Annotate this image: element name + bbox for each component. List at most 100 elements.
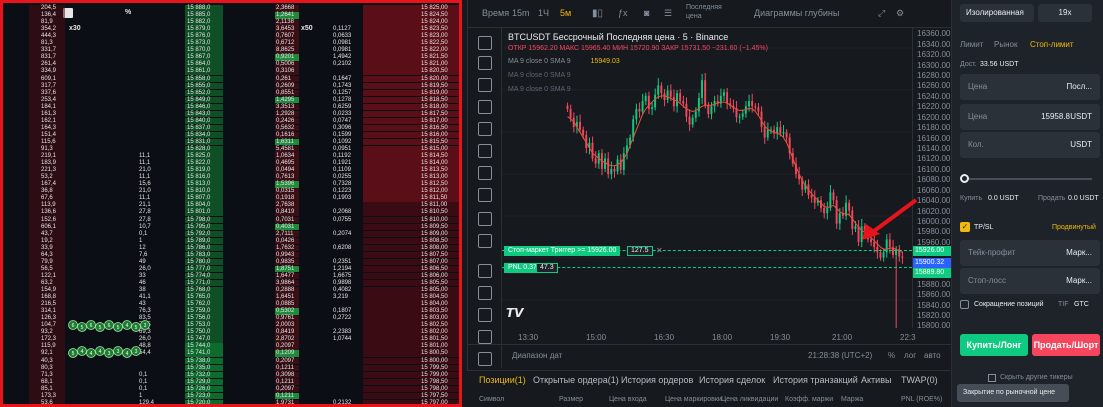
price-source-dropdown[interactable]: Последняя цена (686, 3, 724, 21)
dom-row[interactable]: 36,8 21,0 15 810,0 0,0315 0,1223 15 812,00 (3, 188, 459, 195)
settings-icon[interactable]: ⚙ (896, 8, 904, 19)
dom-price[interactable]: 15 843,0 (185, 110, 223, 118)
dom-row[interactable]: 261,4 15 864,0 0,5006 0,2102 15 821,00 (3, 61, 459, 68)
dom-right-price[interactable]: 15 825,00 (363, 5, 459, 12)
dom-right-price[interactable]: 15 813,50 (363, 167, 459, 174)
brush-icon[interactable] (478, 100, 492, 114)
dom-right-price[interactable]: 15 812,00 (363, 188, 459, 195)
dom-row[interactable]: 606,1 10,7 15 795,0 0,4031 15 809,50 (3, 223, 459, 231)
dom-right-price[interactable]: 15 803,00 (363, 315, 459, 322)
magnet-icon[interactable] (478, 264, 492, 278)
dom-price[interactable]: 15 837,0 (185, 124, 223, 132)
lock-draw-icon[interactable] (478, 286, 492, 300)
eye-icon[interactable] (478, 330, 492, 344)
dom-right-price[interactable]: 15 817,00 (363, 117, 459, 125)
dom-price[interactable]: 15 774,0 (185, 272, 223, 280)
dom-row[interactable]: 184,1 15 846,0 3,3513 0,6259 15 818,00 (3, 103, 459, 111)
tab-transaction-history[interactable]: История транзакций (773, 375, 858, 385)
emoji-icon[interactable] (478, 188, 492, 202)
dom-price[interactable]: 15 759,0 (185, 308, 223, 315)
dom-right-price[interactable]: 15 824,50 (363, 12, 459, 19)
sell-short-button[interactable]: Продать/Шорт (1032, 334, 1100, 356)
dom-right-price[interactable]: 15 804,00 (363, 301, 459, 308)
layout-icon[interactable]: ☰ (664, 8, 672, 19)
dom-price[interactable]: 15 873,0 (185, 40, 223, 47)
dom-right-price[interactable]: 15 809,00 (363, 230, 459, 238)
dom-right-price[interactable]: 15 816,50 (363, 124, 459, 132)
dom-right-price[interactable]: 15 821,00 (363, 61, 459, 68)
dom-right-price[interactable]: 15 811,50 (363, 195, 459, 202)
dom-right-price[interactable]: 15 820,50 (363, 68, 459, 75)
dom-right-price[interactable]: 15 821,50 (363, 54, 459, 61)
candle-type-icon[interactable]: ▮▯ (592, 8, 603, 19)
dom-row[interactable]: 317,7 15 855,0 0,2609 0,1743 15 819,50 (3, 82, 459, 90)
dom-row[interactable]: 334,9 15 861,0 0,3106 15 820,50 (3, 68, 459, 75)
camera-icon[interactable]: ◙ (644, 8, 649, 18)
dom-price[interactable]: 15 789,0 (185, 237, 223, 245)
tab-twap[interactable]: TWAP(0) (901, 375, 938, 385)
dom-price[interactable]: 15 768,0 (185, 287, 223, 294)
dom-price[interactable]: 15 720,0 (185, 399, 223, 404)
type-market[interactable]: Рынок (994, 40, 1017, 49)
dom-price[interactable]: 15 780,0 (185, 258, 223, 266)
dom-row[interactable]: 221,3 21,0 15 819,0 0,0494 0,1109 15 813,50 (3, 167, 459, 174)
hide-pairs-checkbox[interactable] (988, 374, 996, 382)
dom-price[interactable]: 15 828,0 (185, 146, 223, 153)
dom-row[interactable]: 64,3 7,6 15 783,0 0,9943 15 807,50 (3, 251, 459, 259)
dom-right-price[interactable]: 15 819,00 (363, 89, 459, 97)
dom-right-price[interactable]: 15 802,00 (363, 329, 459, 336)
dom-row[interactable]: 81,3 15 873,0 0,6712 0,0981 15 822,50 (3, 40, 459, 47)
dom-row[interactable]: 444,3 15 876,0 0,7607 0,0633 15 823,00 (3, 33, 459, 40)
dom-price[interactable]: 15 849,0 (185, 96, 223, 104)
dom-row[interactable]: 161,3 15 843,0 1,2928 0,0233 15 817,50 (3, 110, 459, 118)
pattern-icon[interactable] (478, 144, 492, 158)
dom-price[interactable]: 15 801,0 (185, 209, 223, 216)
dom-right-price[interactable]: 15 815,50 (363, 138, 459, 146)
dom-price[interactable]: 15 792,0 (185, 230, 223, 238)
dom-right-price[interactable]: 15 818,50 (363, 96, 459, 104)
dom-right-price[interactable]: 15 808,00 (363, 244, 459, 252)
stop-loss-field[interactable]: Стоп-лосс Марк... (960, 268, 1100, 294)
dom-right-price[interactable]: 15 801,00 (363, 343, 459, 350)
reduce-only-checkbox[interactable] (960, 300, 969, 309)
ruler-icon[interactable] (478, 212, 492, 226)
leverage-button[interactable]: 19x (1038, 4, 1092, 22)
dom-row[interactable]: 91,3 15 828,0 5,4581 0,0951 15 815,00 (3, 146, 459, 153)
zoom-icon[interactable] (478, 234, 492, 248)
dom-price[interactable]: 15 846,0 (185, 103, 223, 111)
dom-row[interactable]: 19,2 1 15 789,0 0,0426 15 808,50 (3, 237, 459, 245)
tif-select[interactable]: GTC (1074, 301, 1089, 308)
dom-price[interactable]: 15 855,0 (185, 82, 223, 90)
tab-assets[interactable]: Активы (861, 375, 891, 385)
dom-price[interactable]: 15 864,0 (185, 61, 223, 68)
dom-price[interactable]: 15 813,0 (185, 181, 223, 188)
stop-order-label[interactable]: Стоп-маркет Триггер >= 15926.00 (504, 246, 621, 256)
limit-price-field[interactable]: Цена 15958.8 USDT (960, 104, 1100, 130)
percent-scale[interactable]: % (888, 351, 895, 360)
dom-price[interactable]: 15 852,0 (185, 89, 223, 97)
dom-row[interactable]: 136,6 27,8 15 801,0 0,8419 0,2068 15 810,50 (3, 209, 459, 216)
type-limit[interactable]: Лимит (960, 40, 983, 49)
dom-right-price[interactable]: 15 814,50 (363, 153, 459, 160)
dom-right-price[interactable]: 15 802,50 (363, 322, 459, 329)
dom-row[interactable]: 53,6 129,4 15 720,0 1,9731 0,2132 15 797,00 (3, 399, 459, 404)
stop-loss-mode[interactable]: Марк... (1066, 276, 1092, 285)
dom-price[interactable]: 15 834,0 (185, 131, 223, 139)
dom-row[interactable]: 33,9 12 15 786,0 1,7632 0,6208 15 808,00 (3, 244, 459, 252)
dom-row[interactable]: 113,9 21,1 15 804,0 2,7638 15 811,00 (3, 202, 459, 209)
dom-price[interactable]: 15 879,0 (185, 26, 223, 33)
date-range-button[interactable]: Диапазон дат (512, 351, 562, 360)
dom-row[interactable]: 152,6 27,8 15 798,0 0,7031 0,0755 15 810,00 (3, 216, 459, 224)
dom-right-price[interactable]: 15 808,50 (363, 237, 459, 245)
quantity-field[interactable]: Кол. USDT (960, 132, 1100, 158)
dom-right-price[interactable]: 15 811,00 (363, 202, 459, 209)
dom-right-price[interactable]: 15 813,00 (363, 174, 459, 181)
advanced-link[interactable]: Продвинутый (1052, 224, 1096, 231)
dom-row[interactable]: 167,4 15,6 15 813,0 1,5396 0,7328 15 812,50 (3, 181, 459, 188)
type-stop-limit[interactable]: Стоп-лимит (1030, 40, 1074, 49)
dom-right-price[interactable]: 15 824,00 (363, 19, 459, 26)
tpsl-checkbox[interactable]: ✓ (960, 222, 970, 232)
dom-right-price[interactable]: 15 806,50 (363, 265, 459, 273)
trigger-price-mode[interactable]: Посл... (1066, 82, 1092, 91)
expand-icon[interactable]: ⤢ (878, 8, 885, 19)
